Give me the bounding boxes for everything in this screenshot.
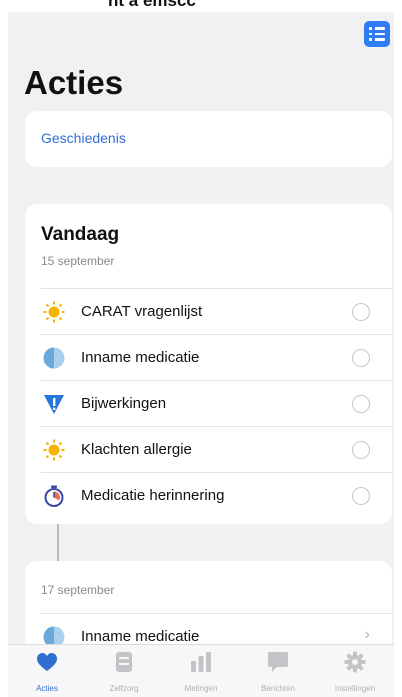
task-label: Medicatie herinnering bbox=[81, 487, 225, 504]
task-label: Inname medicatie bbox=[81, 349, 200, 366]
tab-berichten[interactable]: Berichten bbox=[239, 651, 317, 697]
today-card: Vandaag 15 september CARAT vragenlijst I… bbox=[25, 204, 392, 524]
task-row-carat[interactable]: CARAT vragenlijst bbox=[41, 288, 392, 334]
speech-bubble-icon bbox=[268, 652, 288, 672]
half-circle-icon bbox=[43, 347, 65, 369]
list-view-button[interactable] bbox=[364, 21, 390, 47]
stopwatch-icon bbox=[44, 485, 64, 507]
task-label: Klachten allergie bbox=[81, 441, 192, 458]
task-label: Bijwerkingen bbox=[81, 395, 167, 412]
actions-screen: Acties Geschiedenis Vandaag 15 september… bbox=[8, 12, 394, 697]
heart-icon bbox=[37, 653, 57, 671]
history-link[interactable]: Geschiedenis bbox=[41, 130, 126, 146]
book-icon bbox=[116, 652, 132, 672]
tab-metingen[interactable]: Metingen bbox=[162, 651, 240, 697]
history-card[interactable]: Geschiedenis bbox=[25, 111, 392, 167]
bar-chart-icon bbox=[191, 652, 211, 672]
tab-label: Zelfzorg bbox=[109, 684, 139, 693]
tab-label: Berichten bbox=[261, 684, 295, 693]
task-row-bijwerkingen[interactable]: Bijwerkingen bbox=[41, 380, 392, 426]
cropped-header-text: nt a emscc bbox=[108, 0, 196, 10]
task-checkbox[interactable] bbox=[352, 441, 370, 459]
upcoming-date: 17 september bbox=[41, 583, 115, 597]
task-row-inname[interactable]: Inname medicatie bbox=[41, 334, 392, 380]
tab-instellingen[interactable]: Instellingen bbox=[316, 651, 394, 697]
task-checkbox[interactable] bbox=[352, 303, 370, 321]
page-title: Acties bbox=[24, 64, 124, 101]
task-checkbox[interactable] bbox=[352, 349, 370, 367]
tab-acties[interactable]: Acties bbox=[8, 651, 86, 697]
task-label: Inname medicatie bbox=[81, 628, 200, 645]
task-label: CARAT vragenlijst bbox=[81, 303, 203, 320]
warning-triangle-icon bbox=[44, 395, 64, 414]
top-crop-strip: nt a emscc bbox=[0, 0, 402, 12]
today-date: 15 september bbox=[41, 254, 115, 268]
today-heading: Vandaag bbox=[41, 224, 120, 245]
tab-label: Acties bbox=[36, 684, 58, 693]
tab-zelfzorg[interactable]: Zelfzorg bbox=[85, 651, 163, 697]
chevron-right-icon: › bbox=[364, 626, 370, 643]
sun-icon bbox=[43, 439, 65, 461]
gear-icon bbox=[344, 651, 366, 673]
tab-label: Instellingen bbox=[334, 684, 376, 693]
task-row-klachten[interactable]: Klachten allergie bbox=[41, 426, 392, 472]
task-row-herinnering[interactable]: Medicatie herinnering bbox=[41, 472, 392, 518]
tab-label: Metingen bbox=[184, 684, 218, 693]
tab-bar: Acties Zelfzorg Metingen Berichten Inste… bbox=[8, 644, 394, 697]
sun-icon bbox=[43, 301, 65, 323]
task-checkbox[interactable] bbox=[352, 395, 370, 413]
task-checkbox[interactable] bbox=[352, 487, 370, 505]
